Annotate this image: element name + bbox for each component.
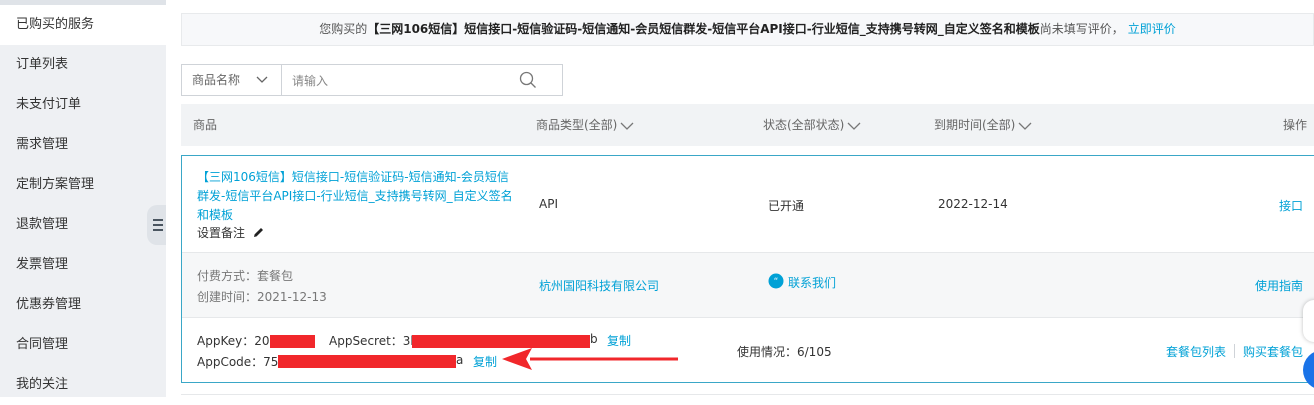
- order-detail-row: 付费方式：套餐包 创建时间：2021-12-13 杭州国阳科技有限公司 “ 联系我…: [182, 252, 1314, 318]
- header-status-filter[interactable]: 状态(全部状态): [763, 104, 862, 146]
- sidebar-item-my-follows[interactable]: 我的关注: [0, 365, 166, 405]
- menu-icon: [153, 219, 163, 234]
- sidebar-item-purchased-services[interactable]: 已购买的服务: [0, 5, 166, 45]
- divider: [1234, 344, 1235, 358]
- contact-us-button[interactable]: “ 联系我们: [768, 273, 836, 291]
- search-field-select[interactable]: 商品名称: [182, 65, 282, 95]
- floating-scroll-button[interactable]: [1303, 300, 1314, 342]
- product-name-link[interactable]: 【三网106短信】短信接口-短信验证码-短信通知-会员短信群发-短信平台API接…: [197, 168, 517, 225]
- created-time: 创建时间：2021-12-13: [197, 290, 327, 304]
- chevron-down-icon: [847, 122, 861, 130]
- interface-link[interactable]: 接口: [1279, 197, 1303, 214]
- sidebar-item-invoice[interactable]: 发票管理: [0, 245, 166, 285]
- copy-appcode-button[interactable]: 复制: [473, 353, 497, 370]
- chevron-down-icon: [1018, 122, 1032, 130]
- buy-package-link[interactable]: 购买套餐包: [1243, 343, 1303, 360]
- order-row: 【三网106短信】短信接口-短信验证码-短信通知-会员短信群发-短信平台API接…: [181, 155, 1314, 383]
- svg-text:“: “: [774, 277, 779, 287]
- product-type: API: [539, 197, 558, 211]
- sidebar-item-custom-plan[interactable]: 定制方案管理: [0, 165, 166, 205]
- appsecret-text: AppSecret：3h: [329, 334, 419, 348]
- order-status: 已开通: [768, 199, 805, 213]
- sidebar-item-contract[interactable]: 合同管理: [0, 325, 166, 365]
- header-status-label: 状态(全部状态): [763, 118, 845, 132]
- search-input[interactable]: [290, 69, 514, 93]
- header-type-label: 商品类型(全部): [536, 118, 618, 132]
- sidebar-item-unpaid-orders[interactable]: 未支付订单: [0, 85, 166, 125]
- sidebar-item-refund[interactable]: 退款管理: [0, 205, 166, 245]
- set-remark-button[interactable]: 设置备注: [197, 224, 265, 241]
- sidebar-item-order-list[interactable]: 订单列表: [0, 45, 166, 85]
- payment-method: 付费方式：套餐包: [197, 269, 294, 283]
- header-product: 商品: [193, 118, 218, 132]
- header-type-filter[interactable]: 商品类型(全部): [536, 104, 635, 146]
- chat-icon: “: [768, 273, 784, 289]
- notice-product: 【三网106短信】短信接口-短信验证码-短信通知-会员短信群发-短信平台API接…: [367, 22, 1040, 36]
- header-expire-label: 到期时间(全部): [934, 118, 1016, 132]
- redaction-bar: [278, 355, 456, 368]
- header-action: 操作: [1283, 118, 1308, 132]
- divider: [181, 394, 1314, 395]
- chevron-down-icon: [256, 76, 268, 83]
- review-now-link[interactable]: 立即评价: [1128, 22, 1176, 36]
- appcode-text: AppCode：750: [197, 355, 287, 369]
- annotation-arrow-icon: [502, 348, 678, 370]
- appkey-text: AppKey：20: [197, 334, 270, 348]
- usage-text: 使用情况：6/105: [737, 345, 832, 359]
- notice-prefix: 您购买的: [319, 22, 368, 36]
- package-list-link[interactable]: 套餐包列表: [1166, 343, 1226, 360]
- table-header: 商品 商品类型(全部) 状态(全部状态) 到期时间(全部) 操作: [181, 104, 1314, 146]
- vendor-link[interactable]: 杭州国阳科技有限公司: [539, 277, 659, 294]
- pencil-icon: [253, 228, 263, 237]
- search-bar: 商品名称: [181, 64, 563, 96]
- sidebar-collapse-toggle[interactable]: [147, 205, 166, 245]
- sidebar: 已购买的服务 订单列表 未支付订单 需求管理 定制方案管理 退款管理 发票管理 …: [0, 0, 166, 397]
- redaction-bar: [270, 335, 315, 348]
- search-icon[interactable]: [519, 71, 537, 89]
- chevron-down-icon: [620, 122, 634, 130]
- header-expire-filter[interactable]: 到期时间(全部): [934, 104, 1033, 146]
- review-notice: 您购买的【三网106短信】短信接口-短信验证码-短信通知-会员短信群发-短信平台…: [181, 13, 1314, 46]
- order-credentials-row: AppKey：20 AppSecret：3h b 复制 AppCode：750 …: [182, 318, 1314, 382]
- contact-us-label: 联系我们: [788, 276, 837, 290]
- usage-guide-link[interactable]: 使用指南: [1255, 277, 1303, 294]
- notice-suffix: 尚未填写评价，: [1039, 22, 1124, 36]
- sidebar-item-demand-management[interactable]: 需求管理: [0, 125, 166, 165]
- appcode-tail: a: [456, 353, 464, 367]
- expire-date: 2022-12-14: [938, 197, 1008, 211]
- sidebar-item-coupon[interactable]: 优惠券管理: [0, 285, 166, 325]
- remark-label: 设置备注: [197, 226, 246, 240]
- search-field-label: 商品名称: [192, 73, 241, 87]
- order-main-row: 【三网106短信】短信接口-短信验证码-短信通知-会员短信群发-短信平台API接…: [182, 156, 1314, 252]
